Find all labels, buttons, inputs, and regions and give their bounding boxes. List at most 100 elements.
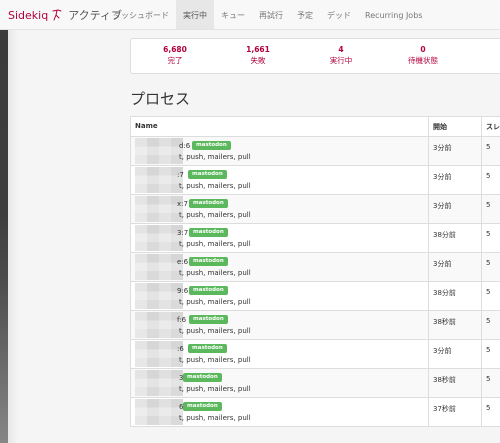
threads-cell: 5: [481, 340, 500, 368]
tag-badge: mastodon: [189, 257, 228, 266]
table-row: :6 mastodon t, push, mailers, pull 3分前 5: [131, 339, 500, 368]
hostname-tail: 3:7: [177, 229, 189, 237]
redacted-hostname: [135, 167, 183, 193]
left-edge-fade: [8, 30, 18, 443]
redacted-hostname: [135, 225, 183, 251]
process-name-cell: :7 mastodon t, push, mailers, pull: [131, 166, 428, 194]
process-name-cell: f:6 mastodon t, push, mailers, pull: [131, 311, 428, 339]
queue-list: t, push, mailers, pull: [179, 356, 251, 364]
threads-cell: 5: [481, 282, 500, 310]
nav-item-recurring-jobs[interactable]: Recurring Jobs: [358, 0, 429, 29]
started-cell: 38秒前: [428, 311, 481, 339]
hostname-tail: f:6: [177, 316, 187, 324]
threads-cell: 5: [481, 311, 500, 339]
queue-list: t, push, mailers, pull: [179, 269, 251, 277]
tag-badge: mastodon: [189, 228, 228, 237]
stat-label: 実行中: [329, 56, 353, 65]
tag-badge: mastodon: [183, 373, 222, 382]
processes-table: Name 開始 スレ d:6 mastodon t, push, mailers, …: [130, 116, 500, 427]
stat-processed[interactable]: 6,680 完了: [145, 45, 205, 67]
started-cell: 38分前: [428, 282, 481, 310]
column-header-name: Name: [135, 122, 158, 130]
tag-badge: mastodon: [183, 402, 222, 411]
tag-badge: mastodon: [189, 286, 228, 295]
queue-list: t, push, mailers, pull: [179, 182, 251, 190]
redacted-hostname: [135, 312, 183, 338]
redacted-hostname: [135, 283, 183, 309]
summary-bar: 6,680 完了 1,661 失敗 4 実行中 0 待機状態 再: [130, 38, 500, 74]
process-name-cell: :6 mastodon t, push, mailers, pull: [131, 340, 428, 368]
stat-busy[interactable]: 4 実行中: [311, 45, 371, 67]
redacted-hostname: [135, 138, 183, 164]
table-row: 6 mastodon t, push, mailers, pull 37秒前 5: [131, 397, 500, 426]
queue-list: t, push, mailers, pull: [179, 211, 251, 219]
process-name-cell: 3:7 mastodon t, push, mailers, pull: [131, 224, 428, 252]
started-cell: 38秒前: [428, 369, 481, 397]
tag-badge: mastodon: [189, 199, 228, 208]
column-header-threads: スレ: [481, 117, 500, 136]
redacted-hostname: [135, 254, 183, 280]
nav-item-retries[interactable]: 再試行: [252, 0, 290, 29]
tag-badge: mastodon: [188, 170, 227, 179]
table-row: 3:7 mastodon t, push, mailers, pull 38分前 5: [131, 223, 500, 252]
table-row: 9:6 mastodon t, push, mailers, pull 38分前 5: [131, 281, 500, 310]
process-name-cell: x:7 mastodon t, push, mailers, pull: [131, 195, 428, 223]
hostname-tail: :6: [177, 345, 184, 353]
left-edge-shadow: [0, 30, 8, 443]
queue-list: t, push, mailers, pull: [179, 414, 251, 422]
stat-label: 再: [476, 45, 500, 57]
nav-item-dashboard[interactable]: ダッシュボード: [106, 0, 176, 29]
redacted-hostname: [135, 341, 183, 367]
nav-item-queues[interactable]: キュー: [214, 0, 252, 29]
table-row: e:6 mastodon t, push, mailers, pull 3分前 5: [131, 252, 500, 281]
nav-item-busy[interactable]: 実行中: [176, 0, 214, 29]
table-row: d:6 mastodon t, push, mailers, pull 3分前 5: [131, 136, 500, 165]
stat-value: 6,680: [163, 45, 187, 54]
nav-item-scheduled[interactable]: 予定: [290, 0, 320, 29]
started-cell: 3分前: [428, 253, 481, 281]
stat-value: 0: [420, 45, 426, 54]
queue-list: t, push, mailers, pull: [179, 385, 251, 393]
threads-cell: 5: [481, 166, 500, 194]
hostname-tail: 9:6: [177, 287, 189, 295]
process-name-cell: 6 mastodon t, push, mailers, pull: [131, 398, 428, 426]
stat-failed[interactable]: 1,661 失敗: [228, 45, 288, 67]
brand[interactable]: Sidekiq アクティブ: [8, 0, 122, 29]
redacted-hostname: [135, 399, 183, 425]
threads-cell: 5: [481, 137, 500, 165]
queue-list: t, push, mailers, pull: [179, 327, 251, 335]
stat-label: 待機状態: [408, 56, 438, 65]
threads-cell: 5: [481, 398, 500, 426]
queue-list: t, push, mailers, pull: [179, 240, 251, 248]
stat-value: 1,661: [246, 45, 270, 54]
table-row: x:7 mastodon t, push, mailers, pull 3分前 5: [131, 194, 500, 223]
threads-cell: 5: [481, 195, 500, 223]
stat-label: 失敗: [250, 56, 266, 65]
tag-badge: mastodon: [189, 315, 228, 324]
stat-enqueued[interactable]: 0 待機状態: [393, 45, 453, 67]
table-row: 3 mastodon t, push, mailers, pull 38秒前 5: [131, 368, 500, 397]
sidekiq-logo-icon: [52, 9, 62, 21]
started-cell: 3分前: [428, 137, 481, 165]
brand-name[interactable]: Sidekiq: [8, 9, 48, 22]
hostname-tail: x:7: [177, 200, 188, 208]
started-cell: 38分前: [428, 224, 481, 252]
process-name-cell: e:6 mastodon t, push, mailers, pull: [131, 253, 428, 281]
started-cell: 3分前: [428, 340, 481, 368]
table-row: :7 mastodon t, push, mailers, pull 3分前 5: [131, 165, 500, 194]
threads-cell: 5: [481, 253, 500, 281]
column-header-started: 開始: [428, 117, 481, 136]
queue-list: t, push, mailers, pull: [179, 153, 251, 161]
process-name-cell: d:6 mastodon t, push, mailers, pull: [131, 137, 428, 165]
started-cell: 37秒前: [428, 398, 481, 426]
nav-item-dead[interactable]: デッド: [320, 0, 358, 29]
page-title: プロセス: [130, 90, 191, 108]
started-cell: 3分前: [428, 195, 481, 223]
hostname-tail: :7: [177, 171, 184, 179]
process-name-cell: 3 mastodon t, push, mailers, pull: [131, 369, 428, 397]
stat-retries[interactable]: 再: [476, 45, 500, 57]
queue-list: t, push, mailers, pull: [179, 298, 251, 306]
table-row: f:6 mastodon t, push, mailers, pull 38秒前 5: [131, 310, 500, 339]
table-header: Name 開始 スレ: [131, 117, 500, 136]
nav-menu: ダッシュボード 実行中 キュー 再試行 予定 デッド Recurring Job…: [106, 0, 429, 29]
